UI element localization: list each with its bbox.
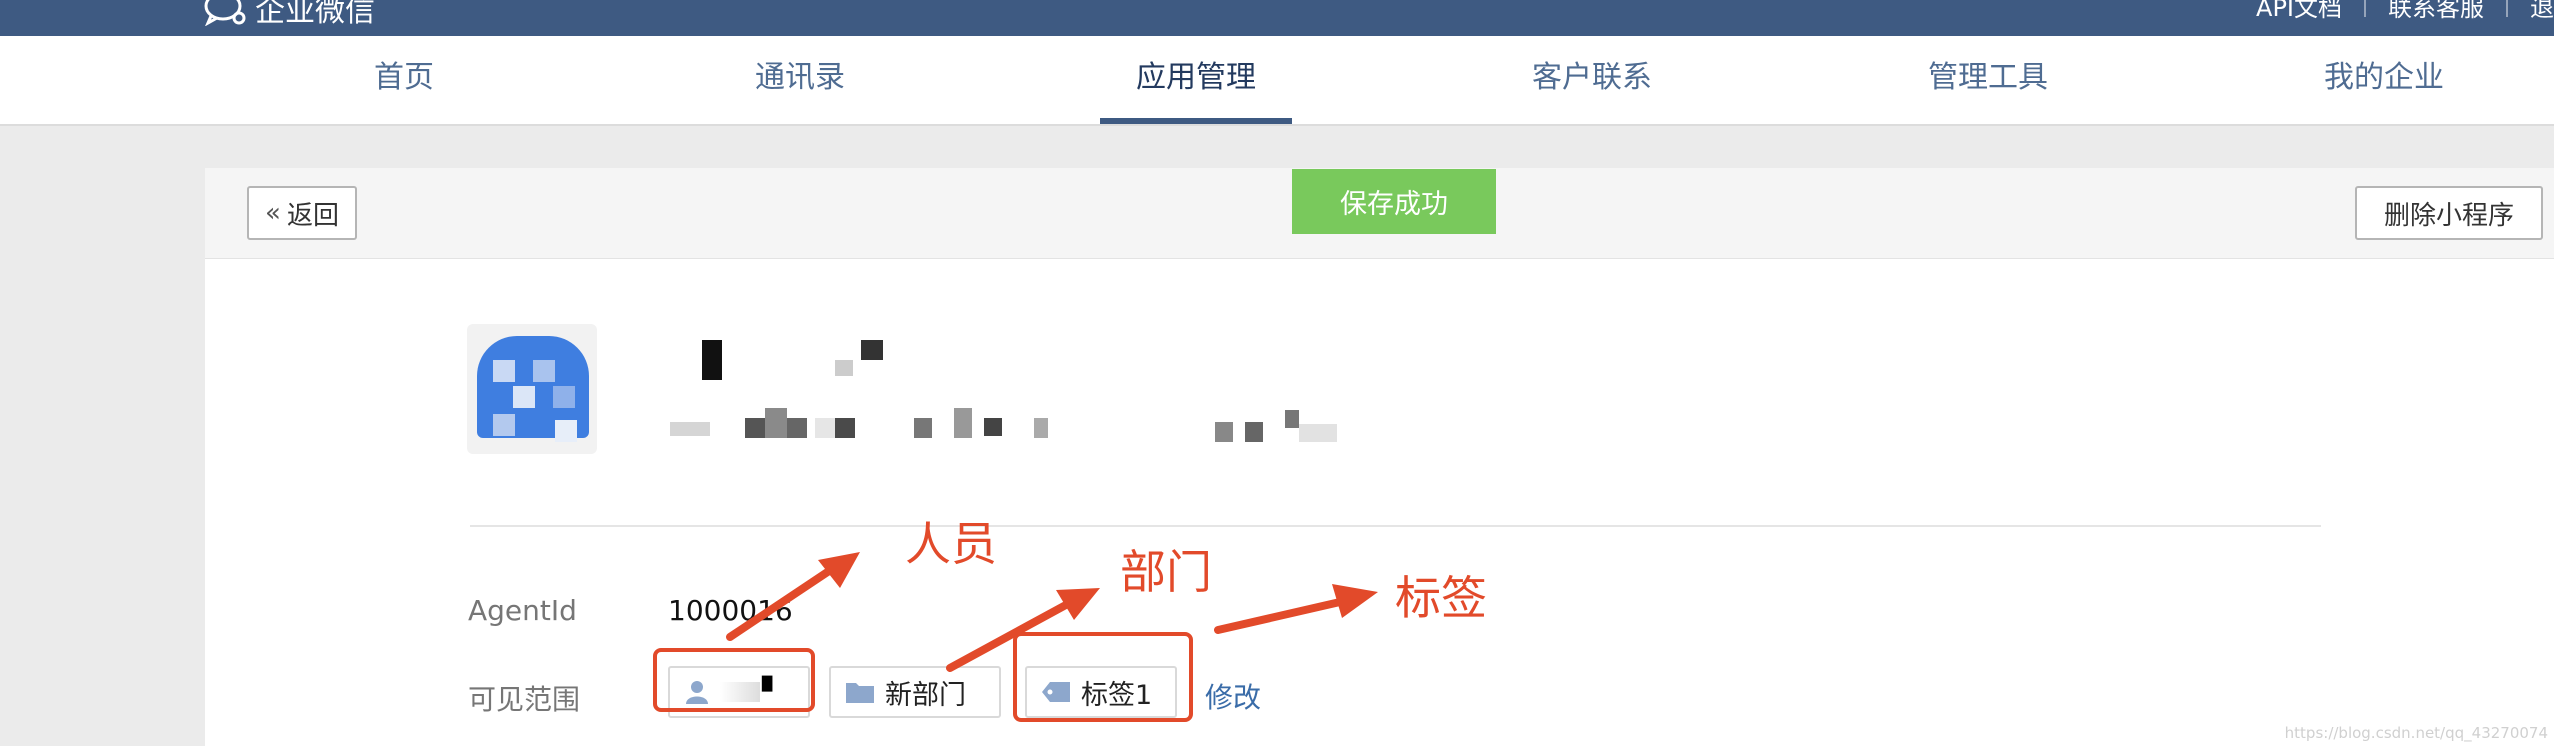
arrow-to-tag [1214,584,1378,634]
annotation-person: 人员 [905,517,997,571]
annotation-arrows [726,552,1378,672]
arrow-to-department [946,588,1100,672]
watermark: https://blog.csdn.net/qq_43270074 [2284,724,2548,742]
annotation-department: 部门 [1120,545,1212,599]
arrow-to-person [726,552,860,641]
annotation-tag: 标签 [1395,571,1487,625]
